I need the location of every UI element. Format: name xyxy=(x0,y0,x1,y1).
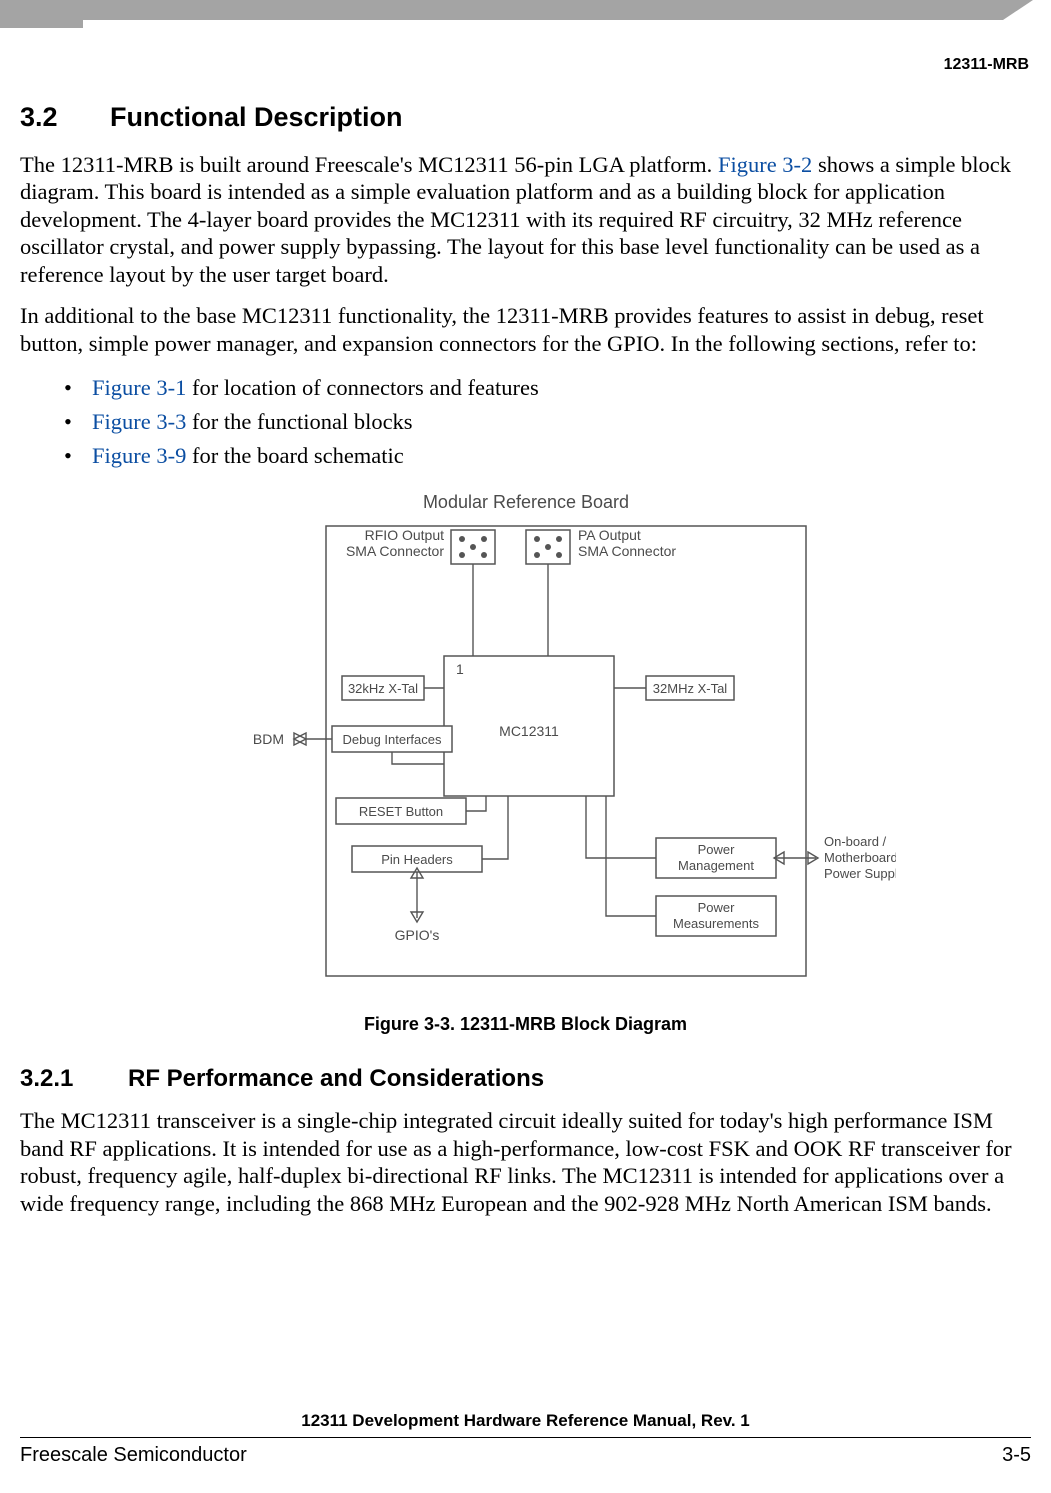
top-bar-decor-2 xyxy=(83,0,1003,20)
section-heading: 3.2Functional Description xyxy=(20,102,1031,133)
section-number: 3.2 xyxy=(20,102,110,133)
pwr-mgmt-1: Power xyxy=(697,842,735,857)
chip-pin-1: 1 xyxy=(456,661,464,677)
bdm-arrow-left xyxy=(294,733,306,745)
gpio-label: GPIO's xyxy=(394,927,439,943)
subsection-heading: 3.2.1RF Performance and Considerations xyxy=(20,1065,1031,1093)
sma-pa xyxy=(526,530,570,564)
bullet-rest: for the board schematic xyxy=(186,443,403,468)
figure-caption: Figure 3-3. 12311-MRB Block Diagram xyxy=(20,1014,1031,1035)
rfio-label-2: SMA Connector xyxy=(345,543,443,559)
list-item: Figure 3-3 for the functional blocks xyxy=(64,405,1031,439)
top-bar-wedge xyxy=(1003,0,1033,20)
subsection-number: 3.2.1 xyxy=(20,1065,128,1093)
top-bar-decor xyxy=(0,0,83,28)
header-doc-short: 12311-MRB xyxy=(944,56,1029,74)
para-1-a: The 12311-MRB is built around Freescale'… xyxy=(20,152,718,177)
para-1: The 12311-MRB is built around Freescale'… xyxy=(20,151,1031,288)
list-item: Figure 3-9 for the board schematic xyxy=(64,439,1031,473)
block-diagram-svg: Modular Reference Board RFIO Output SMA … xyxy=(156,486,896,1006)
section-title: Functional Description xyxy=(110,102,403,132)
bullet-rest: for location of connectors and features xyxy=(186,375,538,400)
sma-rfio xyxy=(451,530,495,564)
pinhdr-label: Pin Headers xyxy=(381,852,453,867)
footer-doc-title: 12311 Development Hardware Reference Man… xyxy=(20,1411,1031,1431)
bullet-list: Figure 3-1 for location of connectors an… xyxy=(64,371,1031,472)
footer-page-number: 3-5 xyxy=(1002,1444,1031,1467)
footer-left: Freescale Semiconductor xyxy=(20,1444,247,1467)
bdm-label: BDM xyxy=(252,731,283,747)
xref-figure-3-1[interactable]: Figure 3-1 xyxy=(92,375,186,400)
diagram-title: Modular Reference Board xyxy=(422,492,628,512)
xtal-32m-label: 32MHz X-Tal xyxy=(652,681,727,696)
page-footer: 12311 Development Hardware Reference Man… xyxy=(20,1411,1031,1467)
list-item: Figure 3-1 for location of connectors an… xyxy=(64,371,1031,405)
chip-label: MC12311 xyxy=(499,723,559,739)
xref-figure-3-2[interactable]: Figure 3-2 xyxy=(718,152,812,177)
bullet-rest: for the functional blocks xyxy=(186,409,412,434)
onboard-2: Motherboard xyxy=(824,850,896,865)
xref-figure-3-9[interactable]: Figure 3-9 xyxy=(92,443,186,468)
subsection-title: RF Performance and Considerations xyxy=(128,1065,544,1092)
pa-label-1: PA Output xyxy=(578,527,641,543)
debug-label: Debug Interfaces xyxy=(342,732,442,747)
page-content: 3.2Functional Description The 12311-MRB … xyxy=(20,98,1031,1231)
onboard-1: On-board / xyxy=(824,834,887,849)
figure-3-3: Modular Reference Board RFIO Output SMA … xyxy=(20,486,1031,1035)
para-2: In additional to the base MC12311 functi… xyxy=(20,302,1031,357)
pwr-meas-2: Measurements xyxy=(673,916,759,931)
pa-label-2: SMA Connector xyxy=(578,543,676,559)
pwr-meas-1: Power xyxy=(697,900,735,915)
rfio-label-1: RFIO Output xyxy=(364,527,443,543)
subsection-para: The MC12311 transceiver is a single-chip… xyxy=(20,1107,1031,1217)
reset-label: RESET Button xyxy=(358,804,442,819)
bdm-arrow-right xyxy=(294,733,306,745)
pwr-mgmt-2: Management xyxy=(678,858,754,873)
xref-figure-3-3[interactable]: Figure 3-3 xyxy=(92,409,186,434)
onboard-3: Power Supply xyxy=(824,866,896,881)
xtal-32k-label: 32kHz X-Tal xyxy=(347,681,417,696)
